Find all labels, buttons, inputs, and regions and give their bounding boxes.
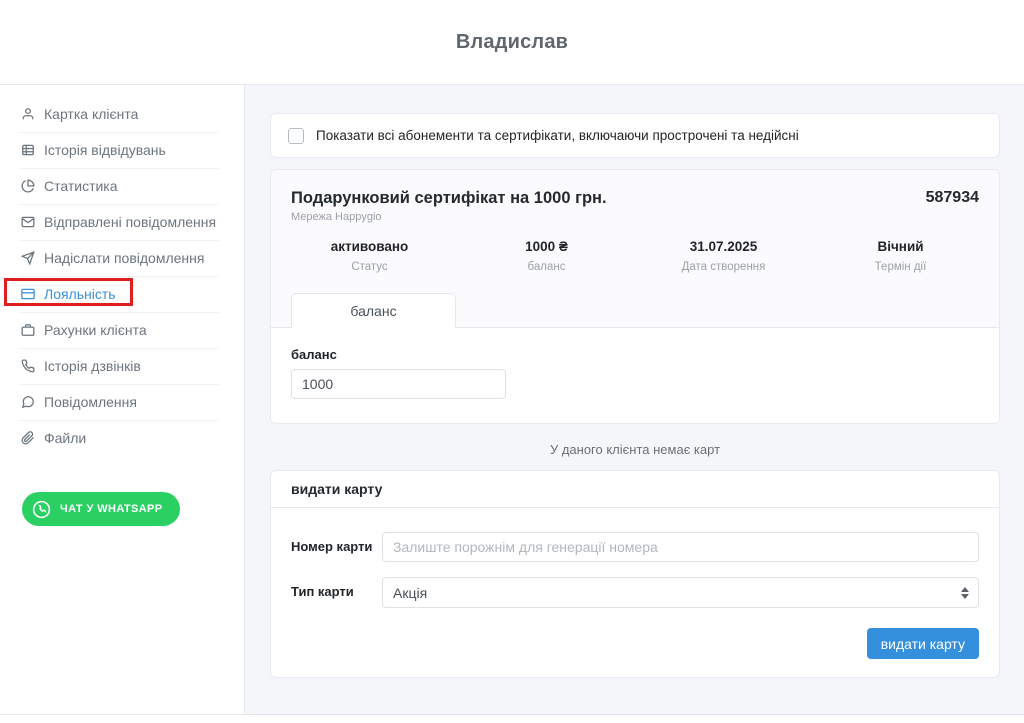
sidebar-item-client-card[interactable]: Картка клієнта [20, 97, 219, 133]
certificate-header: Подарунковий сертифікат на 1000 грн. Мер… [271, 170, 999, 223]
issue-card-panel: видати карту Номер карти Тип карти Акція… [270, 470, 1000, 678]
sidebar-item-send-message[interactable]: Надіслати повідомлення [20, 241, 219, 277]
sidebar-item-loyalty[interactable]: Лояльність [20, 277, 219, 313]
stat-created-date: 31.07.2025 Дата створення [635, 239, 812, 273]
sidebar-item-label: Історія дзвінків [44, 358, 141, 374]
show-all-checkbox-label: Показати всі абонементи та сертифікати, … [316, 128, 799, 143]
phone-icon [21, 359, 35, 373]
table-icon [21, 143, 35, 157]
filter-card: Показати всі абонементи та сертифікати, … [270, 113, 1000, 158]
sidebar-item-label: Файли [44, 430, 86, 446]
certificate-stats: активовано Статус 1000 ₴ баланс 31.07.20… [271, 223, 999, 279]
stat-label: Дата створення [635, 261, 812, 273]
chat-bubble-icon [21, 395, 35, 409]
card-type-row: Тип карти Акція [291, 577, 979, 608]
briefcase-icon [21, 323, 35, 337]
layout: Картка клієнта Історія відвідувань Стати… [0, 85, 1024, 715]
card-type-label: Тип карти [291, 577, 382, 599]
pie-chart-icon [21, 179, 35, 193]
sidebar-item-label: Картка клієнта [44, 106, 138, 122]
balance-field-label: баланс [291, 347, 979, 362]
sidebar-item-label: Статистика [44, 178, 118, 194]
stat-value: Вічний [812, 239, 989, 254]
sidebar-item-statistics[interactable]: Статистика [20, 169, 219, 205]
paperclip-icon [21, 431, 35, 445]
card-number-input[interactable] [382, 532, 979, 562]
sidebar-item-messages[interactable]: Повідомлення [20, 385, 219, 421]
card-type-select[interactable]: Акція [382, 577, 979, 608]
select-arrows-icon [961, 587, 969, 599]
issue-card-title: видати карту [271, 471, 999, 508]
sidebar-item-sent-messages[interactable]: Відправлені повідомлення [20, 205, 219, 241]
certificate-title: Подарунковий сертифікат на 1000 грн. [291, 189, 607, 208]
stat-label: Статус [281, 261, 458, 273]
no-cards-text: У даного клієнта немає карт [270, 442, 1000, 457]
sidebar-item-label: Відправлені повідомлення [44, 214, 216, 230]
sidebar-item-label: Надіслати повідомлення [44, 250, 204, 266]
sidebar-item-label: Лояльність [44, 286, 116, 302]
certificate-card: Подарунковий сертифікат на 1000 грн. Мер… [270, 169, 1000, 424]
stat-balance: 1000 ₴ баланс [458, 239, 635, 273]
stat-value: активовано [281, 239, 458, 254]
sidebar-item-files[interactable]: Файли [20, 421, 219, 456]
certificate-tabs: баланс [271, 279, 999, 328]
sidebar-item-label: Рахунки клієнта [44, 322, 147, 338]
page-header: Владислав [0, 0, 1024, 85]
stat-label: баланс [458, 261, 635, 273]
sidebar-item-visit-history[interactable]: Історія відвідувань [20, 133, 219, 169]
user-icon [21, 107, 35, 121]
certificate-number: 587934 [926, 189, 979, 207]
credit-card-icon [21, 287, 35, 301]
balance-tab-panel: баланс [271, 328, 999, 423]
whatsapp-chat-button[interactable]: ЧАТ У WHATSAPP [22, 492, 180, 526]
sidebar-item-call-history[interactable]: Історія дзвінків [20, 349, 219, 385]
whatsapp-icon [31, 499, 52, 520]
balance-input[interactable] [291, 369, 506, 399]
stat-status: активовано Статус [281, 239, 458, 273]
stat-value: 1000 ₴ [458, 239, 635, 254]
page-title: Владислав [456, 31, 568, 54]
sidebar-item-label: Повідомлення [44, 394, 137, 410]
show-all-checkbox[interactable] [288, 128, 304, 144]
sidebar-item-client-accounts[interactable]: Рахунки клієнта [20, 313, 219, 349]
sidebar: Картка клієнта Історія відвідувань Стати… [0, 85, 245, 714]
main-content: Показати всі абонементи та сертифікати, … [245, 85, 1024, 714]
card-type-selected-value: Акція [393, 585, 427, 601]
stat-label: Термін дії [812, 261, 989, 273]
stat-validity: Вічний Термін дії [812, 239, 989, 273]
issue-card-button[interactable]: видати карту [867, 628, 979, 659]
certificate-summary: Подарунковий сертифікат на 1000 грн. Мер… [271, 170, 999, 328]
sidebar-item-label: Історія відвідувань [44, 142, 166, 158]
whatsapp-button-label: ЧАТ У WHATSAPP [60, 503, 163, 515]
envelope-icon [21, 215, 35, 229]
paper-plane-icon [21, 251, 35, 265]
card-number-label: Номер карти [291, 532, 382, 554]
stat-value: 31.07.2025 [635, 239, 812, 254]
issue-card-form: Номер карти Тип карти Акція видати карту [271, 508, 999, 677]
card-number-row: Номер карти [291, 532, 979, 562]
issue-card-actions: видати карту [291, 628, 979, 659]
tab-balance[interactable]: баланс [291, 293, 456, 328]
sidebar-menu: Картка клієнта Історія відвідувань Стати… [20, 97, 219, 456]
certificate-network: Мережа Happygio [291, 211, 607, 223]
